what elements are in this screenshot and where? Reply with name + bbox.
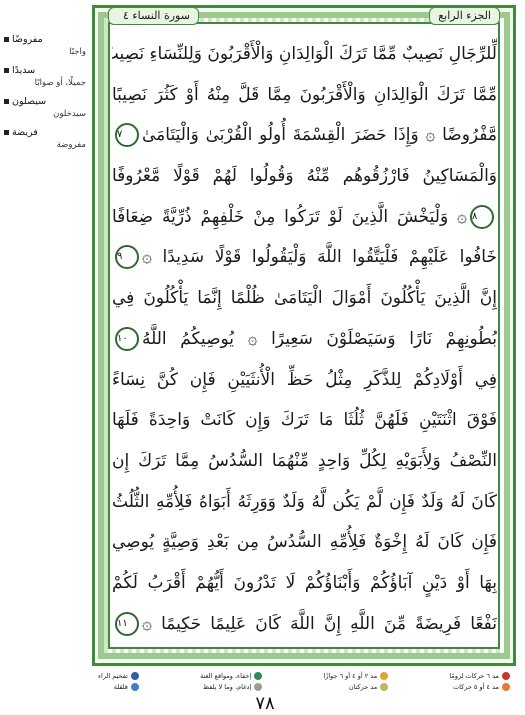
color-dot-icon (380, 671, 389, 680)
verse-line: خَافُوا عَلَيْهِمْ فَلْيَتَّقُوا اللَّهَ… (115, 245, 497, 270)
legend-item: مد ٢ أو ٤ أو ٦ جوازًا (323, 671, 389, 680)
bullet-icon (4, 37, 9, 42)
mushaf-page: سورة النساء ٤ الجزء الرابع لِّلرِّجَالِ … (0, 0, 525, 715)
verse-line: مَّفْرُوضًا ۞ وَإِذَا حَضَرَ الْقِسْمَةَ… (115, 123, 497, 148)
legend-item: مد ٦ حركات لزومًا (449, 671, 510, 680)
verse-line: ٨۞ وَلْيَخْشَ الَّذِينَ لَوْ تَرَكُوا مِ… (112, 197, 497, 238)
color-dot-icon (130, 671, 139, 680)
verse-line: فِي أَوْلَادِكُمْ لِلذَّكَرِ مِثْلُ حَظِ… (112, 369, 497, 390)
margin-note: مفروضًا واجبًا (4, 34, 86, 57)
surah-number: ٤ (123, 9, 129, 22)
ayah-number-marker: ١٠ (115, 326, 139, 351)
bullet-icon (4, 99, 9, 104)
verse-line: مِّمَّا تَرَكَ الْوَالِدَانِ وَالْأَقْرَ… (112, 84, 497, 105)
margin-note: سيصلون سيدخلون (4, 96, 86, 119)
legend-column: مد ٦ حركات لزومًا مد ٤ أو ٥ حركات (449, 671, 510, 691)
verse-line: فَوْقَ اثْنَتَيْنِ فَلَهُنَّ ثُلُثَا مَا… (112, 410, 497, 431)
legend-item: إدغام، وما لا يلفظ (200, 682, 263, 691)
legend-column: مد ٢ أو ٤ أو ٦ جوازًا مد حركتان (323, 671, 389, 691)
verse-line: بُطُونِهِمْ نَارًا وَسَيَصْلَوْنَ سَعِير… (115, 326, 497, 351)
legend-column: تفخيم الراء قلقلة (98, 671, 139, 691)
ayah-number-marker: ٨ (470, 204, 494, 229)
ayah-number-marker: ٩ (115, 245, 139, 270)
margin-note: سديدًا جميلًا، أو صوابًا (4, 65, 86, 88)
bullet-icon (4, 130, 9, 135)
verse-line: بِهَا أَوْ دَيْنٍ آبَاؤُكُمْ وَأَبْنَاؤُ… (112, 572, 497, 593)
margin-notes: مفروضًا واجبًا سديدًا جميلًا، أو صوابًا … (4, 34, 86, 158)
color-dot-icon (254, 671, 263, 680)
verse-line: نَفْعًا فَرِيضَةً مِّنَ اللَّهِ إِنَّ ال… (115, 611, 497, 636)
ayah-number-marker: ٧ (115, 123, 139, 148)
verse-line: لِّلرِّجَالِ نَصِيبٌ مِّمَّا تَرَكَ الْو… (112, 44, 497, 64)
color-dot-icon (380, 682, 389, 691)
page-number: ٧٨ (255, 693, 275, 714)
color-dot-icon (254, 682, 263, 691)
surah-title: سورة النساء (132, 9, 190, 22)
color-dot-icon (501, 671, 510, 680)
legend-item: قلقلة (98, 682, 139, 691)
ayah-number-marker: ١١ (115, 611, 139, 636)
verse-line: فَإِن كَانَ لَهُ إِخْوَةٌ فَلِأُمِّهِ ال… (112, 532, 497, 553)
legend-column: إخفاء، ومواقع الغنة إدغام، وما لا يلفظ (200, 671, 263, 691)
legend-item: مد حركتان (323, 682, 389, 691)
verse-line: كَانَ لَهُ وَلَدٌ فَإِن لَّمْ يَكُن لَّه… (112, 491, 497, 512)
verse-line: إِنَّ الَّذِينَ يَأْكُلُونَ أَمْوَالَ ال… (112, 288, 497, 309)
verse-lines: لِّلرِّجَالِ نَصِيبٌ مِّمَّا تَرَكَ الْو… (112, 34, 497, 644)
tajweed-legend: تفخيم الراء قلقلة إخفاء، ومواقع الغنة إد… (98, 668, 510, 694)
margin-note: فريضة مفروضة (4, 127, 86, 150)
legend-item: مد ٤ أو ٥ حركات (449, 682, 510, 691)
legend-item: إخفاء، ومواقع الغنة (200, 671, 263, 680)
page-header: سورة النساء ٤ الجزء الرابع (108, 5, 500, 27)
verse-line: النِّصْفُ وَلِأَبَوَيْهِ لِكُلِّ وَاحِدٍ… (112, 450, 497, 471)
juz-label: الجزء الرابع (429, 7, 500, 25)
bullet-icon (4, 68, 9, 73)
color-dot-icon (130, 682, 139, 691)
verse-line: وَالْمَسَاكِينُ فَارْزُقُوهُم مِّنْهُ وَ… (112, 166, 497, 187)
color-dot-icon (501, 682, 510, 691)
legend-item: تفخيم الراء (98, 671, 139, 680)
surah-title-box: سورة النساء ٤ (108, 7, 199, 25)
